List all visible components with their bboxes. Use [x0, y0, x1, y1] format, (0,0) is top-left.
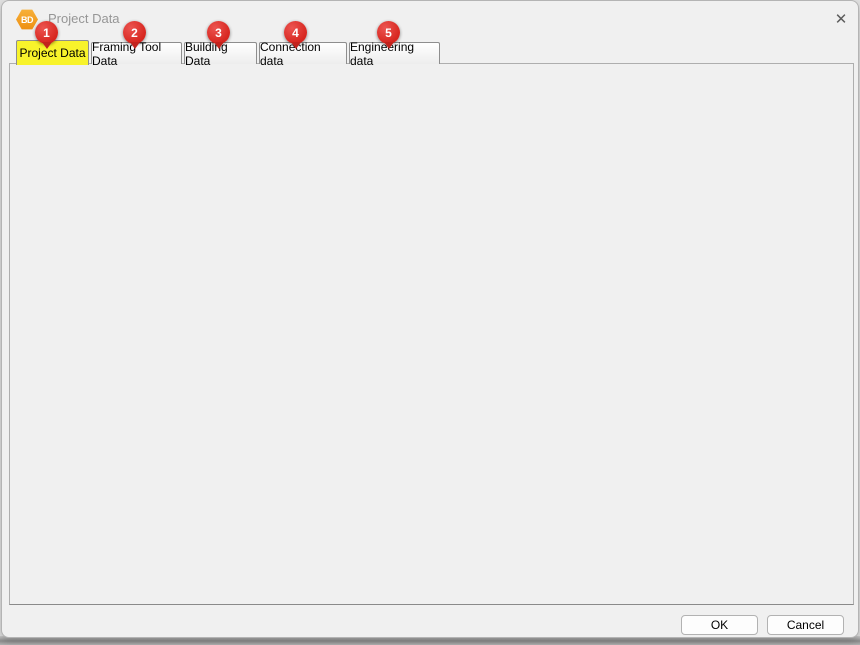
annotation-badge-5: 5 — [377, 21, 400, 44]
tab-label: Engineering data — [350, 40, 439, 68]
tab-connection-data[interactable]: Connection data — [259, 42, 347, 64]
tab-label: Project Data — [19, 46, 85, 60]
cancel-button[interactable]: Cancel — [767, 615, 844, 635]
tab-engineering-data[interactable]: Engineering data — [349, 42, 440, 64]
project-data-dialog: BD Project Data ✕ Project Data Framing T… — [1, 0, 859, 638]
desktop: BD Project Data ✕ Project Data Framing T… — [0, 0, 860, 645]
tab-project-data[interactable]: Project Data — [16, 40, 89, 65]
annotation-badge-2: 2 — [123, 21, 146, 44]
close-icon: ✕ — [835, 10, 848, 28]
annotation-badge-4: 4 — [284, 21, 307, 44]
app-icon: BD — [16, 9, 38, 30]
tab-label: Connection data — [260, 40, 346, 68]
window-title: Project Data — [48, 11, 120, 26]
annotation-badge-1: 1 — [35, 21, 58, 44]
close-button[interactable]: ✕ — [828, 6, 854, 32]
ok-button[interactable]: OK — [681, 615, 758, 635]
annotation-badge-3: 3 — [207, 21, 230, 44]
tab-page-panel — [9, 63, 854, 605]
